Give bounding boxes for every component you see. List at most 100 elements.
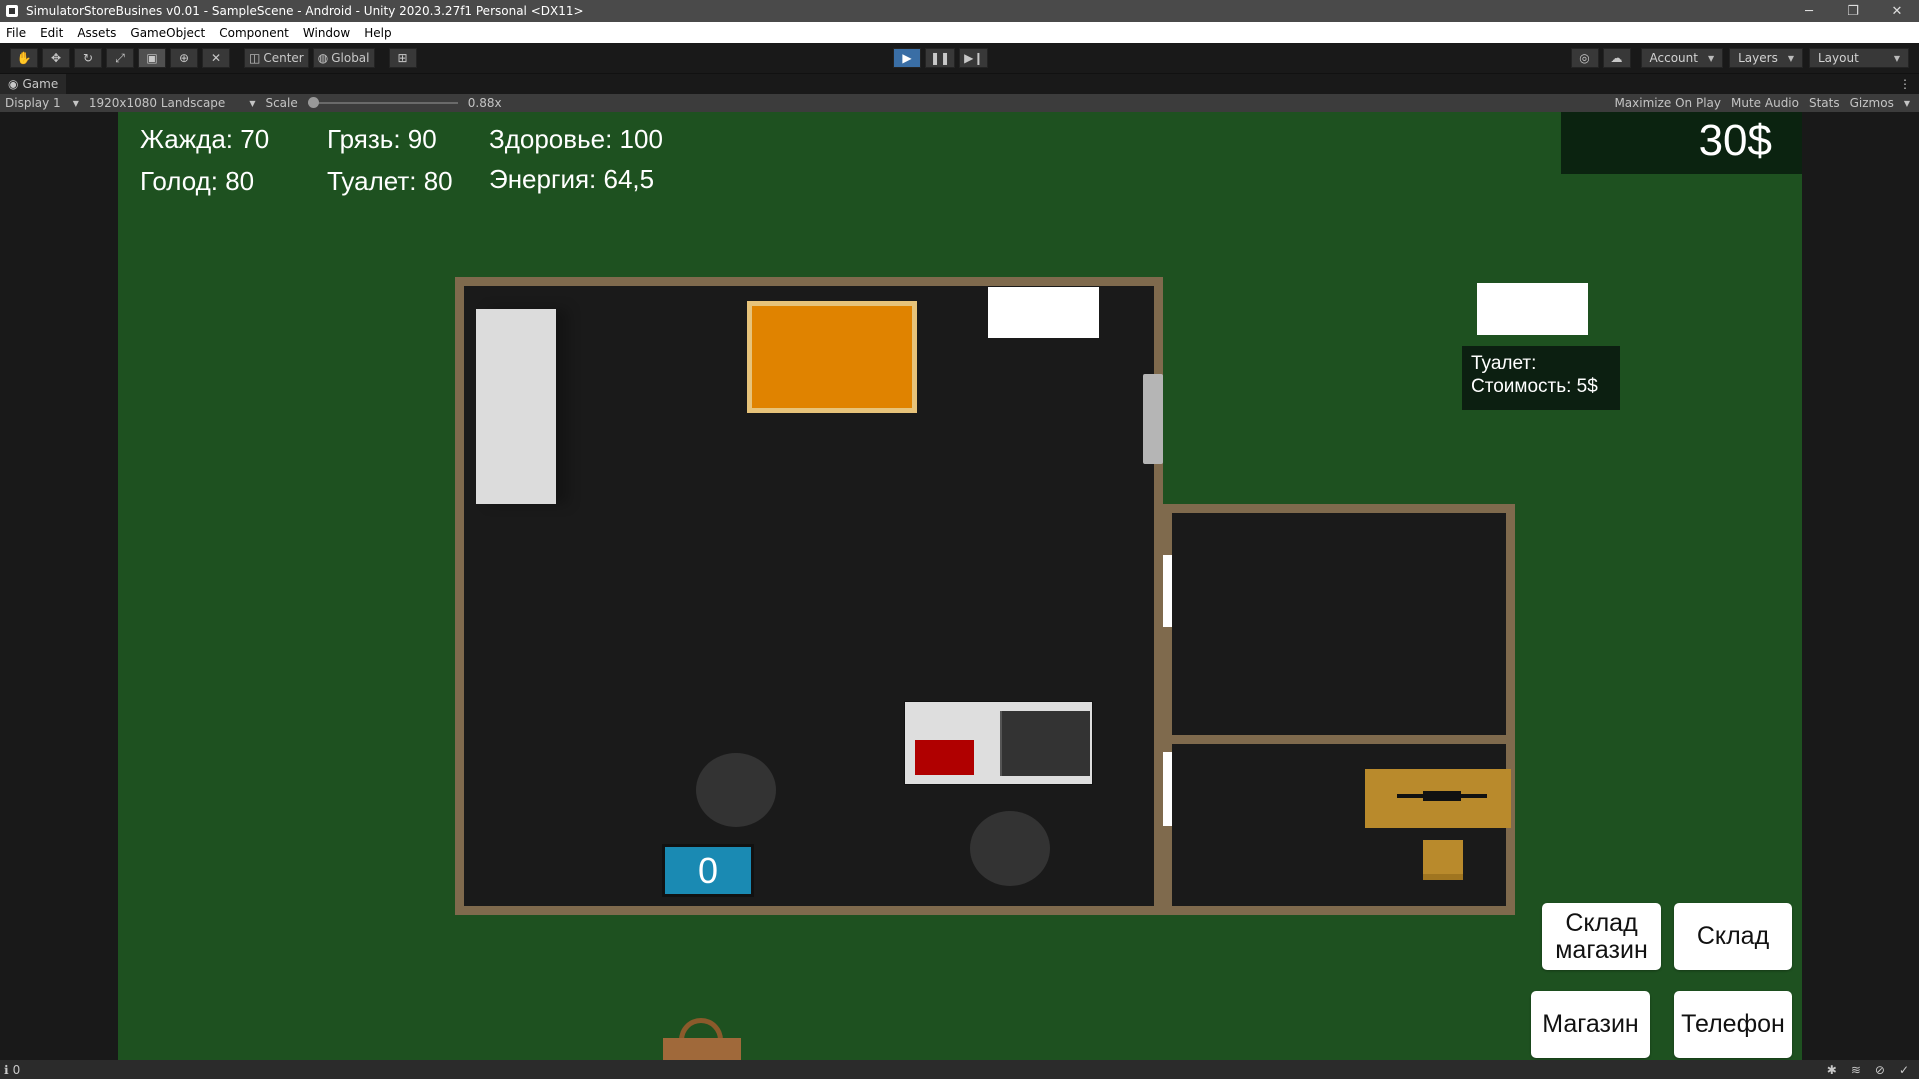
window-titlebar: SimulatorStoreBusines v0.01 - SampleScen…: [0, 0, 1919, 22]
layout-label: Layout: [1818, 51, 1859, 65]
window-title: SimulatorStoreBusines v0.01 - SampleScen…: [26, 4, 584, 18]
menu-gameobject[interactable]: GameObject: [130, 26, 205, 40]
close-button[interactable]: ✕: [1875, 0, 1919, 22]
display-label: Display 1: [5, 96, 61, 110]
mute-audio-toggle[interactable]: Mute Audio: [1726, 96, 1804, 110]
menu-file[interactable]: File: [6, 26, 26, 40]
game-view-toolbar: Display 1 ▼ 1920x1080 Landscape ▼ Scale 0.…: [0, 94, 1919, 112]
storage-room-floor[interactable]: [1172, 513, 1506, 735]
pivot-label: Center: [263, 51, 304, 65]
shopping-bag[interactable]: [663, 1018, 741, 1060]
menu-help[interactable]: Help: [364, 26, 391, 40]
warehouse-button[interactable]: Склад: [1674, 903, 1792, 970]
pivot-icon: ◫: [249, 51, 261, 65]
transform-tool-icon[interactable]: ⊕: [170, 48, 198, 68]
toilet-popup-title: Туалет:: [1471, 353, 1537, 374]
rotate-tool-icon[interactable]: ↻: [74, 48, 102, 68]
bed[interactable]: [476, 309, 556, 504]
toilet-slot[interactable]: [1477, 283, 1588, 335]
gizmos-toggle[interactable]: Gizmos ▼: [1845, 96, 1915, 110]
stat-hunger: Голод: 80: [140, 166, 255, 196]
panel-tabbar: ◉ Game ⋮: [0, 73, 1919, 95]
window-top: [988, 287, 1099, 338]
computer-monitor[interactable]: [1000, 711, 1090, 776]
toilet-price-popup: Туалет: Стоимость: 5$: [1462, 346, 1620, 410]
door-lower[interactable]: [1163, 752, 1172, 826]
chair-right[interactable]: [970, 811, 1050, 886]
debug-icon[interactable]: ⊘: [1875, 1063, 1885, 1077]
hand-tool-icon[interactable]: ✋: [10, 48, 38, 68]
space-global-button[interactable]: ◍ Global: [312, 48, 375, 68]
money-value: 30$: [1698, 116, 1772, 165]
red-item[interactable]: [915, 740, 974, 775]
bug-icon[interactable]: ✱: [1827, 1063, 1837, 1077]
resolution-dropdown[interactable]: 1920x1080 Landscape ▼: [84, 96, 261, 110]
crate-small[interactable]: [1423, 840, 1463, 880]
cloud-icon[interactable]: ☁: [1602, 48, 1631, 68]
gamepad-icon: ◉: [8, 77, 19, 91]
menu-edit[interactable]: Edit: [40, 26, 63, 40]
scale-value: 0.88x: [467, 96, 502, 110]
stat-dirt: Грязь: 90: [327, 124, 437, 154]
tab-game-label: Game: [22, 77, 59, 91]
scale-slider[interactable]: [307, 97, 458, 108]
chevron-down-icon: ▼: [1893, 53, 1900, 63]
snap-grid-icon[interactable]: ⊞: [388, 48, 417, 68]
chevron-down-icon: ▼: [1903, 98, 1910, 108]
chevron-down-icon: ▼: [249, 98, 256, 108]
scale-tool-icon[interactable]: ⤢: [106, 48, 134, 68]
chevron-down-icon: ▼: [1787, 53, 1794, 63]
counter-box[interactable]: 0: [662, 844, 754, 897]
layout-dropdown[interactable]: Layout ▼: [1809, 48, 1909, 68]
minimize-button[interactable]: ─: [1787, 0, 1831, 22]
pause-button[interactable]: ❚❚: [925, 48, 956, 68]
main-toolbar: ✋ ✥ ↻ ⤢ ▣ ⊕ ✕ ◫ Center ◍ Global ⊞ ▶ ❚❚ ▶❙ …: [0, 43, 1919, 73]
wall-shelf[interactable]: [1143, 374, 1163, 464]
globe-icon: ◍: [317, 51, 329, 65]
more-options-icon[interactable]: ⋮: [1899, 77, 1911, 91]
stats-toggle[interactable]: Stats: [1804, 96, 1845, 110]
maximize-on-play-toggle[interactable]: Maximize On Play: [1609, 96, 1726, 110]
gizmos-label: Gizmos: [1849, 96, 1894, 110]
menu-component[interactable]: Component: [219, 26, 289, 40]
menu-window[interactable]: Window: [303, 26, 350, 40]
tab-game[interactable]: ◉ Game: [0, 73, 67, 95]
custom-tool-icon[interactable]: ✕: [202, 48, 230, 68]
resolution-label: 1920x1080 Landscape: [88, 96, 226, 110]
desk[interactable]: [904, 701, 1093, 785]
phone-button[interactable]: Телефон: [1674, 991, 1792, 1058]
display-dropdown[interactable]: Display 1 ▼: [0, 96, 84, 110]
chevron-down-icon: ▼: [1707, 53, 1715, 63]
move-tool-icon[interactable]: ✥: [42, 48, 70, 68]
warehouse-store-line1: Склад: [1565, 908, 1638, 937]
chair-left[interactable]: [696, 753, 776, 827]
warehouse-store-button[interactable]: Склад магазин: [1542, 903, 1661, 970]
account-dropdown[interactable]: Account ▼: [1640, 48, 1724, 68]
toilet-popup-cost: Стоимость: 5$: [1471, 376, 1598, 397]
stat-toilet: Туалет: 80: [327, 166, 453, 196]
check-icon[interactable]: ✓: [1899, 1063, 1909, 1077]
scale-label: Scale: [265, 96, 298, 110]
rug-center: [752, 306, 912, 408]
crate-large[interactable]: [1365, 769, 1511, 828]
scale-control: Scale 0.88x: [260, 96, 506, 110]
info-icon[interactable]: ℹ: [4, 1063, 9, 1077]
door-upper[interactable]: [1163, 555, 1172, 627]
game-canvas[interactable]: Жажда: 70 Голод: 80 Грязь: 90 Туалет: 80…: [118, 112, 1802, 1060]
unity-logo-icon: [6, 5, 18, 17]
rug[interactable]: [747, 301, 917, 413]
store-button[interactable]: Магазин: [1531, 991, 1650, 1058]
money-panel: 30$: [1561, 112, 1802, 174]
menu-assets[interactable]: Assets: [77, 26, 116, 40]
scale-slider-knob[interactable]: [307, 97, 319, 108]
pivot-center-button[interactable]: ◫ Center: [244, 48, 309, 68]
layers-icon[interactable]: ≋: [1851, 1063, 1861, 1077]
layers-label: Layers: [1738, 51, 1778, 65]
chevron-down-icon: ▼: [72, 98, 79, 108]
layers-dropdown[interactable]: Layers ▼: [1729, 48, 1803, 68]
play-button[interactable]: ▶: [893, 48, 921, 68]
rect-tool-icon[interactable]: ▣: [138, 48, 166, 68]
step-button[interactable]: ▶❙: [959, 48, 989, 68]
collab-icon[interactable]: ◎: [1570, 48, 1599, 68]
restore-button[interactable]: ❐: [1831, 0, 1875, 22]
